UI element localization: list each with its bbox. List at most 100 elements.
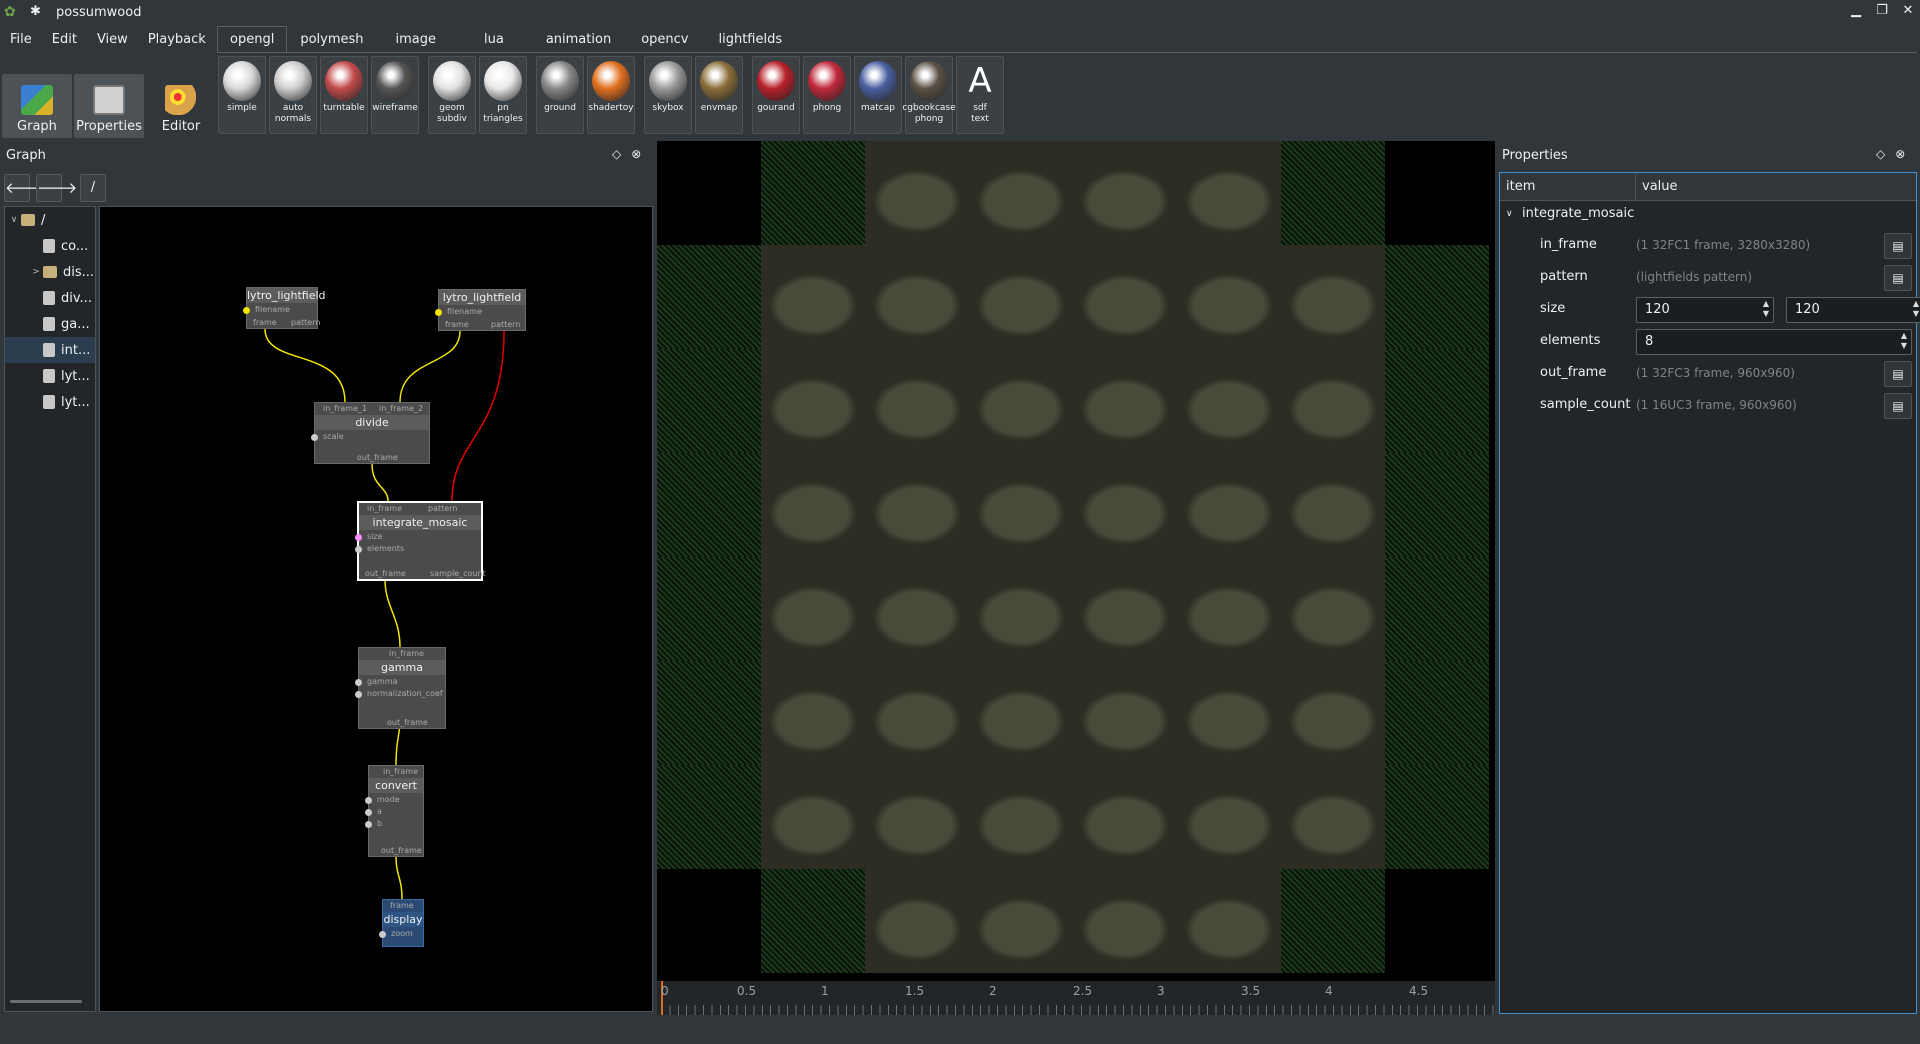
menu-edit[interactable]: Edit xyxy=(42,32,87,47)
prop-row-sample_count[interactable]: sample_count (1 16UC3 frame, 960x960) ▤ xyxy=(1500,389,1916,421)
image-viewport[interactable] xyxy=(657,141,1495,981)
port-filename[interactable]: filename xyxy=(447,307,482,316)
port-mode[interactable]: mode xyxy=(377,795,400,804)
tree-item-5[interactable]: int... xyxy=(5,337,95,363)
menu-view[interactable]: View xyxy=(87,32,138,47)
spin-arrows-icon[interactable]: ▲ ▼ xyxy=(1913,299,1919,319)
column-item[interactable]: item xyxy=(1500,173,1636,200)
tool-button-1[interactable]: auto normals xyxy=(269,56,317,134)
tool-button-4[interactable]: geom subdiv xyxy=(428,56,476,134)
forward-button[interactable]: 🡒 xyxy=(36,174,77,202)
tool-button-9[interactable]: envmap xyxy=(695,56,743,134)
editor-mode-button[interactable]: Editor xyxy=(146,74,216,138)
menu-file[interactable]: File xyxy=(0,32,42,47)
close-properties-icon[interactable]: ⊗ xyxy=(1895,147,1905,161)
port-frame[interactable]: frame xyxy=(253,318,277,327)
close-panel-icon[interactable]: ⊗ xyxy=(631,147,641,161)
graph-mode-button[interactable]: Graph xyxy=(2,74,72,138)
collapse-arrow-icon[interactable]: > xyxy=(29,267,43,277)
comment-button[interactable]: ▤ xyxy=(1884,393,1912,419)
node-gamma[interactable]: in_frame gamma gamma normalization_coef out_… xyxy=(355,647,446,729)
comment-button[interactable]: ▤ xyxy=(1884,233,1912,259)
port-scale[interactable]: scale xyxy=(323,432,344,441)
prop-row-size[interactable]: size 120 ▲ ▼ 120 ▲ ▼ xyxy=(1500,293,1920,325)
path-root-button[interactable]: / xyxy=(80,174,106,202)
restore-button[interactable]: ❐ xyxy=(1874,2,1890,20)
port-dot[interactable] xyxy=(355,546,362,553)
port-dot[interactable] xyxy=(355,534,362,541)
group-row[interactable]: ∨ integrate_mosaic xyxy=(1500,201,1916,227)
tool-button-12[interactable]: matcap xyxy=(854,56,902,134)
tool-button-8[interactable]: skybox xyxy=(644,56,692,134)
port-dot[interactable] xyxy=(379,931,386,938)
port-zoom[interactable]: zoom xyxy=(391,929,413,938)
tree-scrollbar[interactable] xyxy=(10,1000,82,1003)
node-divide[interactable]: in_frame_1 in_frame_2 divide scale out_frame xyxy=(311,402,430,464)
close-button[interactable]: ✕ xyxy=(1900,2,1916,20)
node-lytro1[interactable]: lytro_lightfield filename frame pattern xyxy=(243,287,326,329)
port-normalization_coef[interactable]: normalization_coef xyxy=(367,689,443,698)
prop-row-pattern[interactable]: pattern (lightfields pattern) ▤ xyxy=(1500,261,1916,293)
port-frame[interactable]: frame xyxy=(390,901,414,910)
port-a[interactable]: a xyxy=(377,807,382,816)
timeline[interactable]: 0 0.5 1 1.5 2 2.5 3 3.5 4 4.5 xyxy=(657,981,1495,1015)
size-spinbox-1[interactable]: 120 ▲ ▼ xyxy=(1786,297,1920,323)
port-dot[interactable] xyxy=(435,309,442,316)
node-convert[interactable]: in_frame convert mode a b out_frame xyxy=(365,765,424,857)
port-in_frame[interactable]: in_frame xyxy=(383,767,418,776)
tab-opengl[interactable]: opengl xyxy=(217,26,288,52)
port-dot[interactable] xyxy=(311,434,318,441)
port-pattern[interactable]: pattern xyxy=(291,318,320,327)
prop-row-elements[interactable]: elements 8 ▲ ▼ xyxy=(1500,325,1916,357)
tree-item-6[interactable]: lyt... xyxy=(5,363,95,389)
port-pattern[interactable]: pattern xyxy=(491,320,520,329)
tree-item-2[interactable]: > dis... xyxy=(5,259,95,285)
tool-button-5[interactable]: pn triangles xyxy=(479,56,527,134)
tab-lua[interactable]: lua xyxy=(455,26,533,52)
back-button[interactable]: 🡐 xyxy=(4,174,45,202)
float-properties-icon[interactable]: ◇ xyxy=(1876,147,1885,161)
tab-image[interactable]: image xyxy=(377,26,456,52)
prop-row-in_frame[interactable]: in_frame (1 32FC1 frame, 3280x3280) ▤ xyxy=(1500,229,1916,261)
tree-item-4[interactable]: ga... xyxy=(5,311,95,337)
port-in_frame[interactable]: in_frame xyxy=(389,649,424,658)
port-dot[interactable] xyxy=(355,679,362,686)
tab-animation[interactable]: animation xyxy=(533,26,624,52)
port-out_frame[interactable]: out_frame xyxy=(357,453,398,462)
tool-button-14[interactable]: Asdf text xyxy=(956,56,1004,134)
port-dot[interactable] xyxy=(365,797,372,804)
port-dot[interactable] xyxy=(365,809,372,816)
tab-polymesh[interactable]: polymesh xyxy=(287,26,376,52)
tool-button-7[interactable]: shadertoy xyxy=(587,56,635,134)
port-out_frame[interactable]: out_frame xyxy=(381,846,422,855)
port-out_frame[interactable]: out_frame xyxy=(365,569,406,578)
tree-item-3[interactable]: div... xyxy=(5,285,95,311)
port-out_frame[interactable]: out_frame xyxy=(387,718,428,727)
port-in_frame_1[interactable]: in_frame_1 xyxy=(323,404,367,413)
tool-button-0[interactable]: simple xyxy=(218,56,266,134)
comment-button[interactable]: ▤ xyxy=(1884,265,1912,291)
tool-button-3[interactable]: wireframe xyxy=(371,56,419,134)
port-in_frame_2[interactable]: in_frame_2 xyxy=(379,404,423,413)
tree-item-7[interactable]: lyt... xyxy=(5,389,95,415)
node-display[interactable]: frame display zoom xyxy=(379,899,424,947)
tool-button-11[interactable]: phong xyxy=(803,56,851,134)
properties-mode-button[interactable]: Properties xyxy=(74,74,144,138)
port-sample_count[interactable]: sample_count xyxy=(430,569,486,578)
prop-row-out_frame[interactable]: out_frame (1 32FC3 frame, 960x960) ▤ xyxy=(1500,357,1916,389)
port-pattern[interactable]: pattern xyxy=(428,504,457,513)
spin-arrows-icon[interactable]: ▲ ▼ xyxy=(1763,299,1769,319)
elements-spinbox[interactable]: 8 ▲ ▼ xyxy=(1636,329,1912,355)
spin-arrows-icon[interactable]: ▲ ▼ xyxy=(1901,331,1907,351)
port-in_frame[interactable]: in_frame xyxy=(367,504,402,513)
tab-lightfields[interactable]: lightfields xyxy=(705,26,795,52)
gear-icon[interactable]: ✱ xyxy=(30,5,44,19)
port-dot[interactable] xyxy=(355,691,362,698)
node-lytro2[interactable]: lytro_lightfield filename frame pattern xyxy=(435,289,526,331)
port-b[interactable]: b xyxy=(377,819,382,828)
port-dot[interactable] xyxy=(365,821,372,828)
menu-playback[interactable]: Playback xyxy=(138,32,216,47)
tool-button-10[interactable]: gourand xyxy=(752,56,800,134)
size-spinbox-0[interactable]: 120 ▲ ▼ xyxy=(1636,297,1774,323)
tool-button-2[interactable]: turntable xyxy=(320,56,368,134)
